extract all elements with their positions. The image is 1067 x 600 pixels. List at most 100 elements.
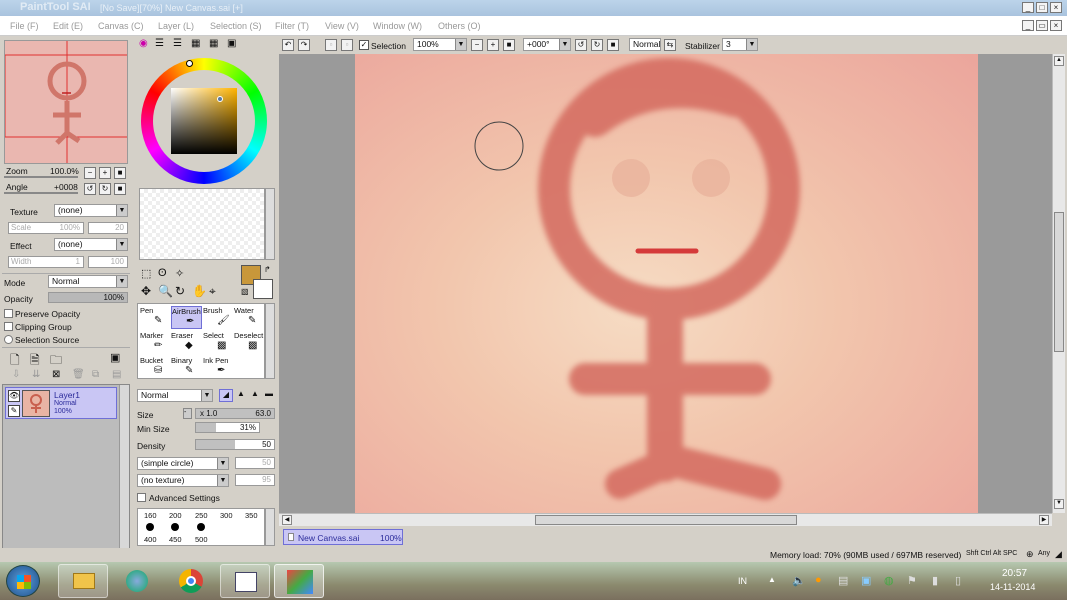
volume-icon[interactable]: 🔈 [792, 574, 806, 587]
rgb-slider-tab-icon[interactable]: ☰ [155, 38, 164, 49]
pen-icon[interactable]: ✎ [8, 405, 20, 417]
battery-icon[interactable]: ▯ [955, 574, 961, 587]
maximize-icon[interactable]: □ [1036, 2, 1048, 13]
menu-view[interactable]: View (V) [325, 21, 359, 31]
vertical-scrollbar[interactable]: ▲ ▼ [1052, 54, 1065, 513]
minimize-icon[interactable]: _ [1022, 2, 1034, 13]
doc-restore-icon[interactable]: ▭ [1036, 20, 1048, 31]
zoom-in-icon[interactable]: + [487, 39, 499, 51]
selection-source-radio[interactable] [4, 335, 13, 344]
canvas-tab[interactable]: New Canvas.sai 100% [283, 529, 403, 545]
rotate-right-icon[interactable]: ↻ [591, 39, 603, 51]
scratchpad-tab-icon[interactable]: ▣ [227, 38, 236, 49]
tool-brush[interactable]: Brush 🖌 [203, 306, 233, 329]
vertical-scroll-thumb[interactable] [1054, 212, 1064, 352]
document-viewer-taskbar-icon[interactable] [220, 564, 270, 598]
edge-hard-icon[interactable]: ◢ [219, 389, 233, 402]
start-button-icon[interactable] [6, 565, 40, 597]
size-slider[interactable]: x 1.0 63.0 [195, 408, 275, 419]
scratchpad-scrollbar[interactable] [265, 188, 275, 260]
preset-size[interactable]: 450 [169, 535, 182, 544]
size-range-button[interactable]: - [183, 408, 192, 419]
network-app-taskbar-icon[interactable] [112, 564, 162, 598]
effect-select[interactable]: (none) ▼ [54, 238, 128, 251]
brush-shape-select[interactable]: (simple circle) ▼ [137, 457, 229, 470]
brush-texture-select[interactable]: (no texture) ▼ [137, 474, 229, 487]
saturation-value-box[interactable] [171, 88, 237, 154]
opacity-slider[interactable]: 100% [48, 292, 128, 303]
doc-close-icon[interactable]: × [1050, 20, 1062, 31]
deselect-icon[interactable]: ▫ [325, 39, 337, 51]
menu-layer[interactable]: Layer (L) [158, 21, 194, 31]
delete-layer-icon[interactable]: 🗑 [72, 369, 85, 380]
hand-icon[interactable]: ✋ [192, 284, 207, 298]
move-icon[interactable]: ✥ [141, 284, 151, 298]
view-mode-select[interactable]: Normal [629, 38, 661, 51]
flip-view-icon[interactable]: ⇆ [664, 39, 676, 51]
clock-date[interactable]: 14-11-2014 [990, 582, 1035, 592]
magic-wand-icon[interactable]: ✧ [175, 267, 184, 280]
show-hidden-icons[interactable]: ▲ [768, 575, 776, 584]
tool-bucket[interactable]: Bucket ⛁ [140, 356, 170, 379]
eye-icon[interactable]: 👁 [8, 390, 20, 402]
tray-app-icon[interactable]: ● [815, 574, 822, 586]
blend-mode-select[interactable]: Normal ▼ [48, 275, 128, 288]
close-icon[interactable]: × [1050, 2, 1062, 13]
zoom-tool-icon[interactable]: 🔍 [158, 284, 173, 298]
invert-selection-icon[interactable]: ▫ [341, 39, 353, 51]
brush-blend-select[interactable]: Normal ▼ [137, 389, 213, 402]
merge-down-icon[interactable]: ⇊ [32, 369, 40, 380]
horizontal-scrollbar[interactable]: ◀ ▶ [279, 513, 1052, 526]
flatten-icon[interactable]: ▤ [112, 369, 121, 380]
clear-layer-icon[interactable]: ⊠ [52, 369, 60, 380]
effect-width-num[interactable]: 100 [88, 256, 128, 268]
texture-select[interactable]: (none) ▼ [54, 204, 128, 217]
rotate-tool-icon[interactable]: ↻ [175, 284, 185, 298]
color-wheel-tab-icon[interactable]: ◉ [139, 38, 148, 49]
menu-others[interactable]: Others (O) [438, 21, 481, 31]
zoom-fit-icon[interactable]: ■ [503, 39, 515, 51]
edge-medium-icon[interactable]: ▲ [234, 389, 248, 402]
tool-marker[interactable]: Marker ✏ [140, 331, 170, 354]
palette-tab-icon[interactable]: ▦ [209, 38, 218, 49]
sai-taskbar-icon[interactable] [274, 564, 324, 598]
tool-eraser[interactable]: Eraser ◆ [171, 331, 202, 354]
texture-scale-field[interactable]: Scale 100% [8, 222, 84, 234]
color-picker-handle[interactable] [217, 96, 223, 102]
zoom-out-icon[interactable]: − [471, 39, 483, 51]
preset-size[interactable]: 250 [195, 511, 208, 520]
tool-pen[interactable]: Pen ✎ [140, 306, 170, 329]
rotate-reset-button[interactable]: ■ [114, 183, 126, 195]
zoom-out-button[interactable]: − [84, 167, 96, 179]
action-center-icon[interactable]: ⚑ [907, 574, 917, 587]
transfer-down-icon[interactable]: ⇩ [12, 369, 20, 380]
transparent-color-icon[interactable]: ▧ [241, 287, 249, 296]
texture-scale-num[interactable]: 20 [88, 222, 128, 234]
zoom-in-button[interactable]: + [99, 167, 111, 179]
brush-presets-scrollbar[interactable] [265, 508, 275, 546]
explorer-taskbar-icon[interactable] [58, 564, 108, 598]
rotate-right-button[interactable]: ↻ [99, 183, 111, 195]
network-icon[interactable]: ▮ [932, 574, 938, 587]
preset-size[interactable]: 400 [144, 535, 157, 544]
layer-row[interactable]: 👁 ✎ Layer1 Normal 100% [5, 387, 117, 419]
selection-checkbox[interactable]: ✓ [359, 40, 369, 50]
menu-selection[interactable]: Selection (S) [210, 21, 262, 31]
rotate-reset-icon[interactable]: ■ [607, 39, 619, 51]
scroll-left-icon[interactable]: ◀ [282, 515, 292, 525]
scroll-up-icon[interactable]: ▲ [1054, 56, 1064, 66]
brush-texture-amount[interactable]: 95 [235, 474, 275, 486]
merge-visible-icon[interactable]: ⧉ [92, 369, 99, 380]
zoom-select[interactable]: 100% ▼ [413, 38, 467, 51]
tool-ink-pen[interactable]: Ink Pen ✒ [203, 356, 233, 379]
preserve-opacity-checkbox[interactable] [4, 309, 13, 318]
navigator-preview[interactable] [4, 40, 128, 164]
scroll-down-icon[interactable]: ▼ [1054, 499, 1064, 509]
menu-edit[interactable]: Edit (E) [53, 21, 83, 31]
tool-deselect[interactable]: Deselect ▩ [234, 331, 264, 354]
tool-water[interactable]: Water ✎ [234, 306, 264, 329]
scratchpad[interactable] [139, 188, 265, 260]
edge-flat-icon[interactable]: ▬ [262, 389, 276, 402]
rect-select-icon[interactable]: ⬚ [141, 267, 151, 280]
preset-size[interactable]: 160 [144, 511, 157, 520]
